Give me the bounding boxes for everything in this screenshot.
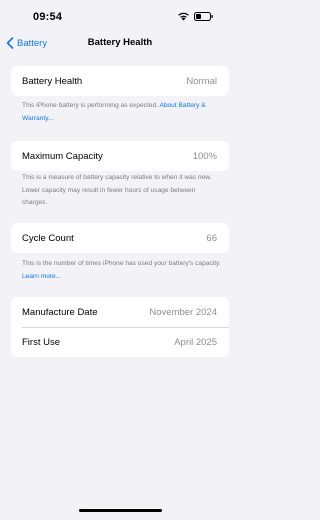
- status-bar: 09:54: [0, 0, 240, 34]
- maximum-capacity-row: Maximum Capacity 100%: [11, 141, 229, 171]
- maximum-capacity-value: 100%: [192, 150, 217, 162]
- first-use-value: April 2025: [174, 336, 217, 348]
- dates-card: Manufacture Date November 2024 First Use…: [11, 297, 229, 357]
- battery-health-footnote: This iPhone battery is performing as exp…: [22, 100, 222, 125]
- status-time: 09:54: [33, 11, 63, 23]
- cycle-count-label: Cycle Count: [22, 232, 74, 244]
- maximum-capacity-note: This is a measure of battery capacity re…: [22, 174, 212, 206]
- cycle-count-card: Cycle Count 66: [11, 223, 229, 253]
- battery-health-card: Battery Health Normal: [11, 66, 229, 96]
- maximum-capacity-footnote: This is a measure of battery capacity re…: [22, 172, 222, 210]
- wifi-icon: [178, 12, 189, 21]
- manufacture-date-row: Manufacture Date November 2024: [11, 297, 229, 327]
- first-use-row: First Use April 2025: [11, 327, 229, 357]
- battery-health-row: Battery Health Normal: [11, 66, 229, 96]
- battery-icon: [194, 12, 213, 21]
- navigation-bar: Battery Battery Health: [0, 33, 240, 53]
- cycle-count-value: 66: [206, 232, 217, 244]
- learn-more-link[interactable]: Learn more...: [22, 273, 61, 280]
- manufacture-date-label: Manufacture Date: [22, 306, 98, 318]
- cycle-count-footnote: This is the number of times iPhone has u…: [22, 258, 222, 283]
- manufacture-date-value: November 2024: [149, 306, 217, 318]
- first-use-label: First Use: [22, 336, 60, 348]
- battery-health-note: This iPhone battery is performing as exp…: [22, 102, 158, 109]
- maximum-capacity-card: Maximum Capacity 100%: [11, 141, 229, 171]
- cycle-count-note: This is the number of times iPhone has u…: [22, 260, 221, 267]
- battery-health-value: Normal: [186, 75, 217, 87]
- page-title: Battery Health: [87, 37, 153, 48]
- maximum-capacity-label: Maximum Capacity: [22, 150, 103, 162]
- cycle-count-row: Cycle Count 66: [11, 223, 229, 253]
- home-indicator[interactable]: [79, 509, 162, 512]
- battery-health-label: Battery Health: [22, 75, 83, 87]
